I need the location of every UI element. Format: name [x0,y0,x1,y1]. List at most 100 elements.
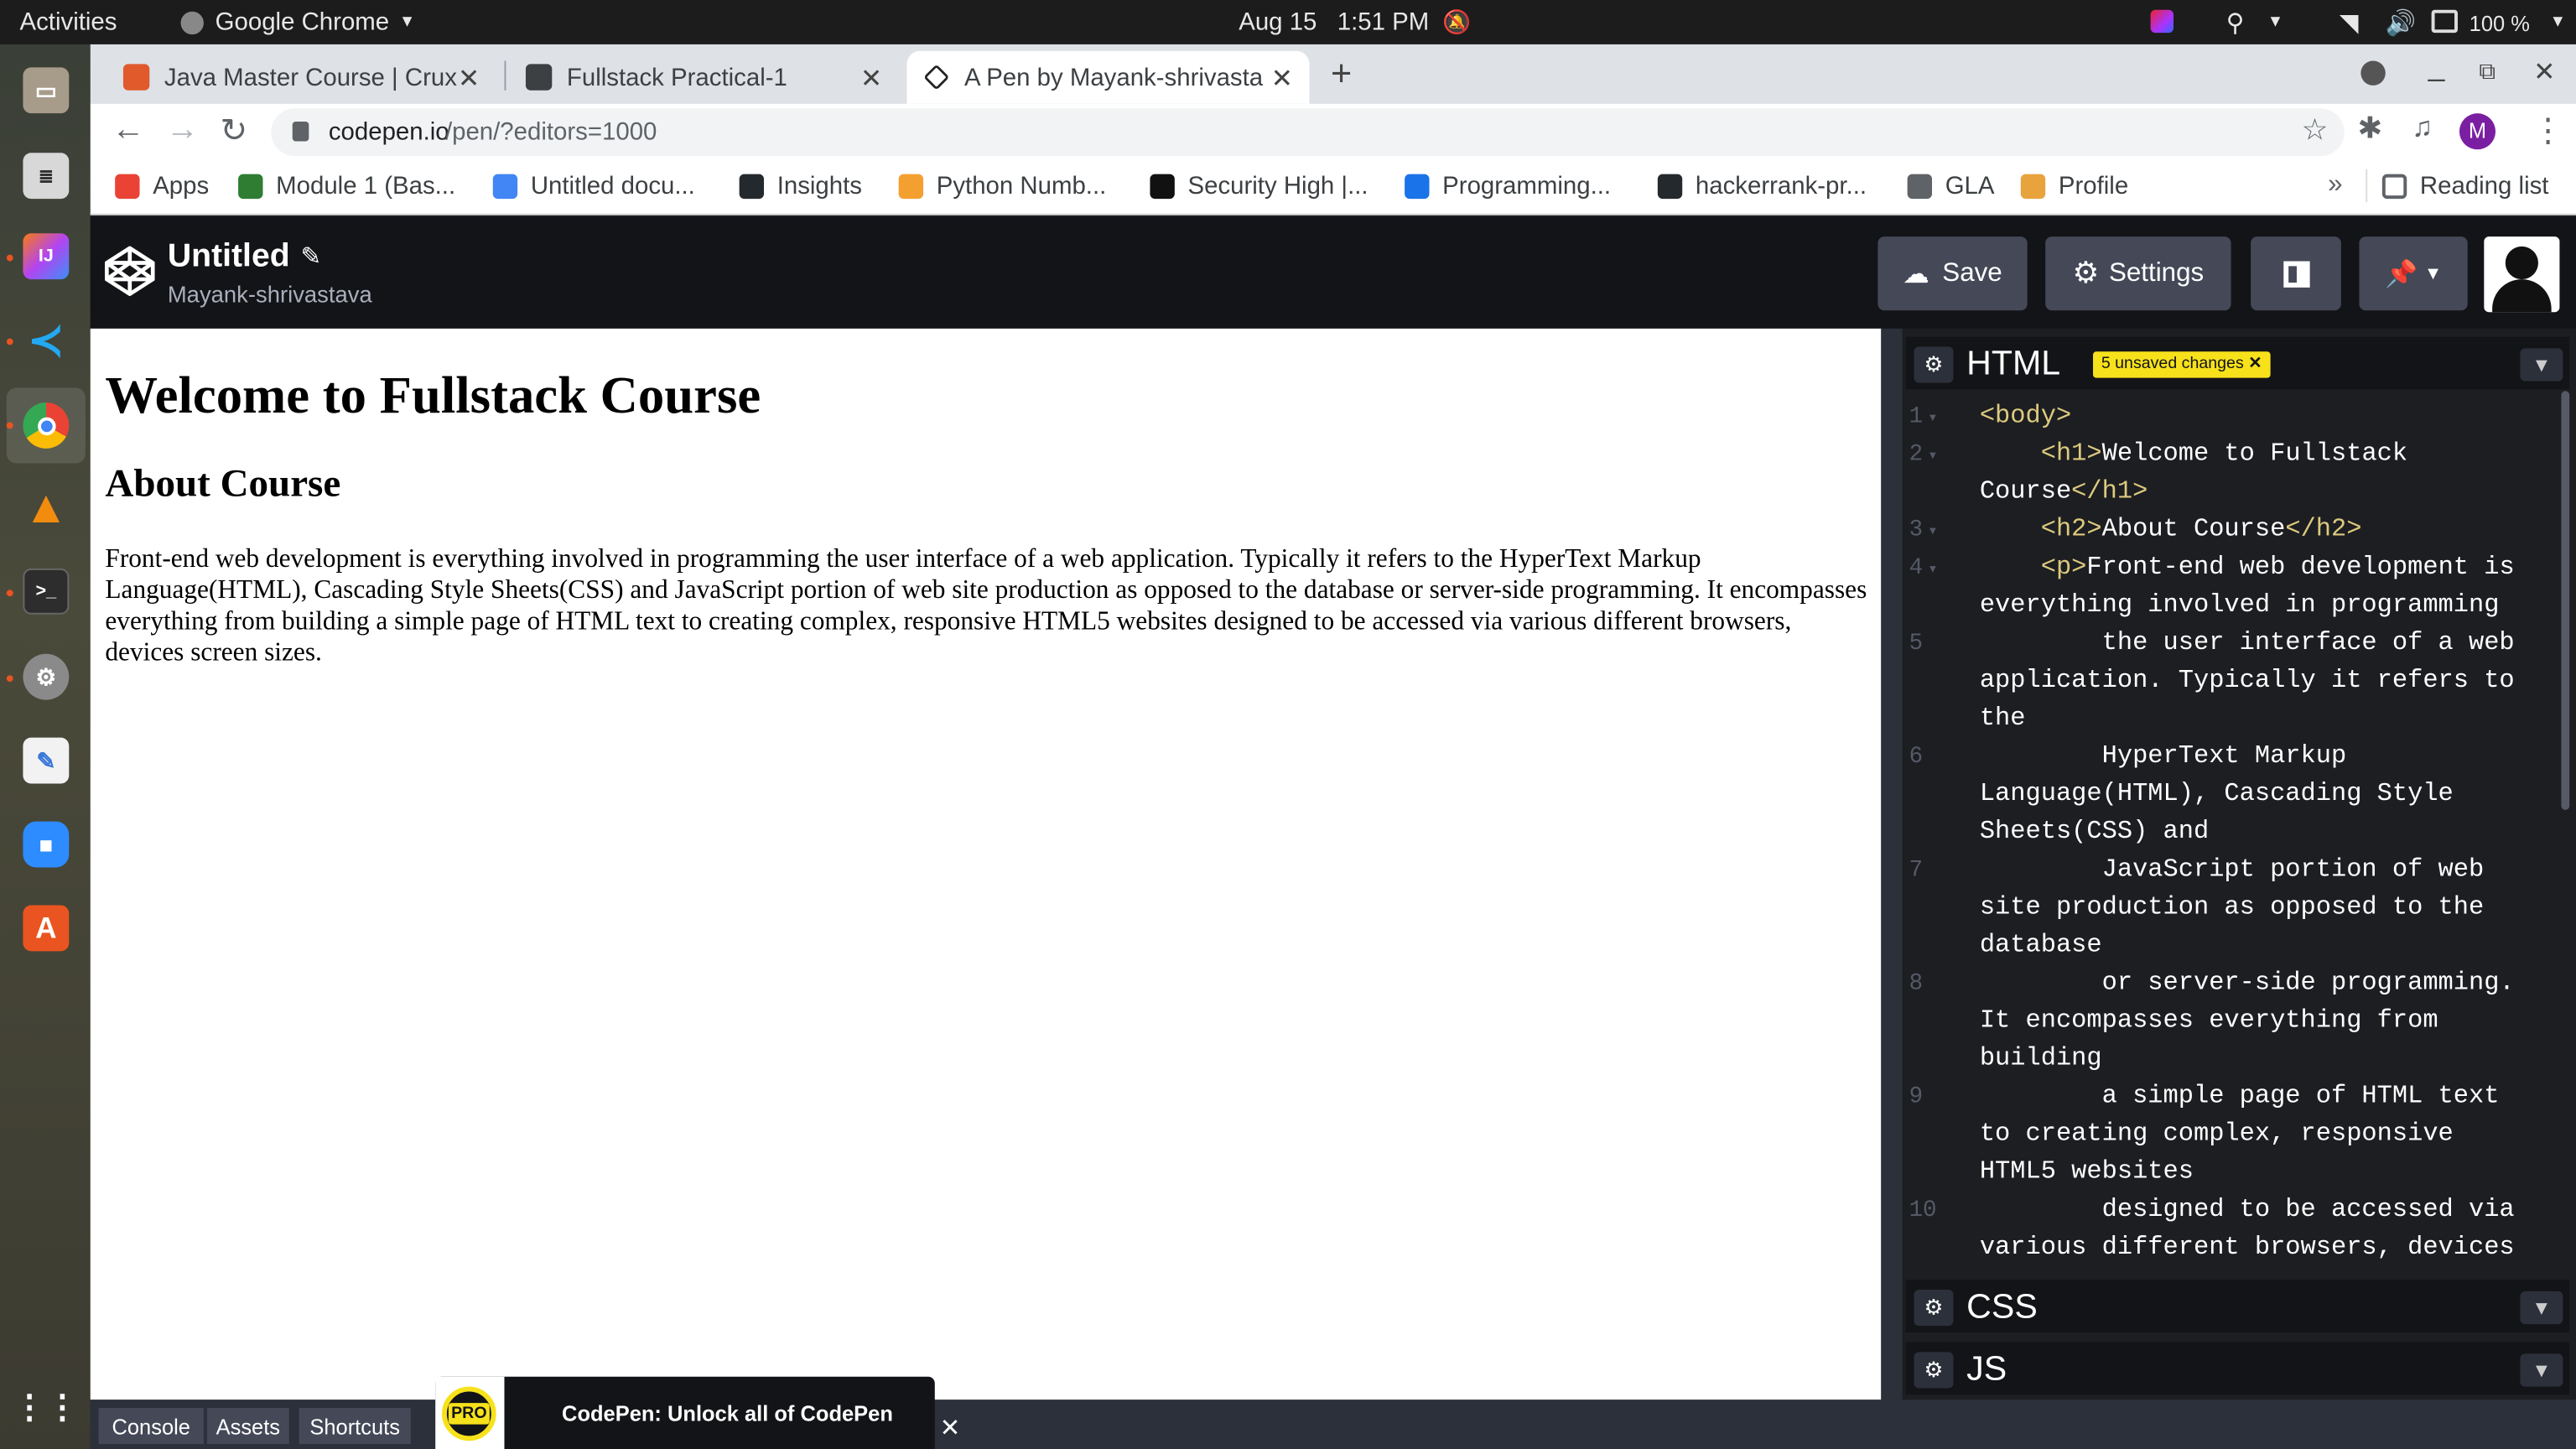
bookmark-item[interactable]: hackerrank-pr... [1657,173,1867,200]
restore-icon[interactable]: ⧉ [2479,58,2496,86]
volume-icon[interactable]: 🔊 [2386,8,2417,38]
vscode-icon[interactable]: ≺ [23,314,69,364]
layout-icon [2283,260,2309,287]
caret-down-icon: ▼ [398,13,416,32]
bookmarks-overflow[interactable]: » [2328,171,2342,200]
bookmark-label: Untitled docu... [530,172,695,201]
close-tab-icon[interactable]: ✕ [458,62,480,95]
preview-frame[interactable]: Welcome to Fullstack Course About Course… [90,328,1882,1400]
preview-heading: Welcome to Fullstack Course [105,364,761,424]
software-center-icon[interactable]: A [23,905,70,952]
close-icon[interactable]: ✕ [2248,355,2262,373]
text-editor-icon[interactable]: ✎ [23,737,70,784]
pro-promo-banner[interactable]: PRO CodePen: Unlock all of CodePen [435,1376,935,1449]
change-view-button[interactable] [2251,236,2341,311]
pin-menu-button[interactable]: 📌 ▼ [2359,236,2468,311]
bookmark-item[interactable]: Module 1 (Bas... [238,173,455,200]
bookmark-label: Module 1 (Bas... [276,172,456,201]
url-host: codepen.io [328,118,449,147]
edit-title-icon[interactable]: ✎ [301,242,322,271]
lock-icon[interactable] [292,121,309,142]
new-tab-icon[interactable]: + [1331,53,1352,96]
editor-scrollbar[interactable] [2561,391,2570,810]
promo-text: CodePen: Unlock all of CodePen [562,1401,893,1426]
activities-button[interactable]: Activities [20,8,117,36]
address-bar[interactable]: codepen.io /pen/?editors=1000 ☆ [271,108,2345,157]
menu-kebab-icon[interactable]: ⋮ [2532,110,2564,151]
console-button[interactable]: Console [98,1408,204,1445]
bookmark-favicon-icon [2020,174,2046,200]
vlc-icon[interactable]: ▲ [23,481,69,532]
settings-button[interactable]: ⚙ Settings [2045,236,2231,311]
css-panel-header[interactable]: ⚙ CSS ▼ [1905,1280,2570,1332]
bookmark-item[interactable]: Python Numb... [898,173,1106,200]
chevron-down-icon[interactable]: ▼ [2520,1353,2563,1387]
bookmark-item[interactable]: Insights [739,173,862,200]
close-tab-icon[interactable]: ✕ [860,62,882,95]
terminal-icon[interactable]: >_ [23,568,70,615]
close-window-icon[interactable]: ✕ [2533,56,2555,89]
show-apps-icon[interactable]: ⋮⋮ [13,1384,79,1430]
shortcuts-button[interactable]: Shortcuts [299,1408,411,1445]
clock-time[interactable]: 1:51 PM [1337,8,1429,36]
assets-button[interactable]: Assets [206,1408,289,1445]
chrome-icon [180,10,204,34]
js-panel-header[interactable]: ⚙ JS ▼ [1905,1342,2570,1395]
wifi-icon[interactable]: ◥ [2340,8,2359,38]
gear-icon[interactable]: ⚙ [1914,1352,1954,1389]
reading-list-button[interactable]: Reading list [2381,173,2548,200]
bookmark-item[interactable]: Profile [2020,173,2128,200]
bookmark-item[interactable]: Programming... [1405,173,1611,200]
intellij-icon[interactable]: IJ [23,233,70,280]
html-code-editor[interactable]: 1 ▾ <body> 2 ▾ <h1>Welcome to Fullstack Cours… [1909,397,2560,1268]
battery-level: 100 % [2469,11,2530,37]
bookmark-star-icon[interactable]: ☆ [2302,113,2329,148]
tab-fullstack-practical[interactable]: Fullstack Practical-1 ✕ [509,51,898,104]
accessibility-icon[interactable]: ⚲ [2226,8,2245,38]
bookmark-item[interactable]: Untitled docu... [492,172,695,201]
bookmark-item[interactable]: Security High |... [1150,173,1368,200]
unsaved-changes-badge[interactable]: 5 unsaved changes ✕ [2093,351,2271,378]
settings-icon[interactable]: ⚙ [23,653,70,700]
code-line: site production as opposed to the [1979,891,2485,922]
tab-java-master-course[interactable]: Java Master Course | Crux ✕ [106,51,496,104]
line-number: 9 [1909,1084,1924,1111]
bookmark-favicon-icon [1907,174,1933,200]
html-panel-header[interactable]: ⚙ HTML 5 unsaved changes ✕ ▼ [1905,336,2570,390]
minimize-icon[interactable]: _ [2428,49,2445,84]
chrome-icon[interactable] [23,402,70,449]
pane-resizer[interactable] [1881,328,1903,1400]
chevron-down-icon[interactable]: ▼ [2520,1291,2563,1325]
zoom-icon[interactable]: ■ [23,821,70,868]
clock-date[interactable]: Aug 15 [1239,8,1317,36]
reload-icon[interactable]: ↻ [221,110,248,151]
gear-icon[interactable]: ⚙ [1914,1289,1954,1327]
bookmark-item[interactable]: GLA [1907,173,1994,200]
tab-search-icon[interactable] [2360,60,2386,86]
codepen-logo-icon[interactable] [103,245,156,298]
back-icon[interactable]: ← [112,112,144,149]
bookmark-item[interactable]: Apps [115,173,209,200]
user-avatar[interactable] [2484,236,2560,313]
caret-down-icon[interactable]: ▼ [2550,13,2566,32]
tab-title: Fullstack Practical-1 [566,63,787,91]
gear-icon[interactable]: ⚙ [1914,346,1954,383]
close-promo-icon[interactable]: ✕ [940,1413,961,1442]
files-icon[interactable]: ▭ [23,67,70,114]
profile-avatar[interactable]: M [2459,113,2496,150]
pen-title[interactable]: Untitled [168,238,290,276]
extensions-icon[interactable]: ✱ [2357,112,2382,146]
document-viewer-icon[interactable]: ≣ [23,153,70,200]
app-menu[interactable]: Google Chrome ▼ [180,8,416,36]
line-number: 5 [1909,631,1924,657]
codepen-favicon-icon [923,64,950,91]
forward-icon[interactable]: → [166,112,199,149]
code-line: It encompasses everything from [1979,1005,2438,1036]
save-button[interactable]: ☁ Save [1877,236,2028,311]
tab-codepen-active[interactable]: A Pen by Mayank-shrivasta ✕ [906,50,1310,104]
chevron-down-icon[interactable]: ▼ [2520,348,2563,382]
close-tab-icon[interactable]: ✕ [1264,62,1293,96]
media-control-icon[interactable]: ♫ [2412,112,2433,144]
slack-tray-icon[interactable] [2150,9,2174,34]
pen-author[interactable]: Mayank-shrivastava [168,281,372,307]
